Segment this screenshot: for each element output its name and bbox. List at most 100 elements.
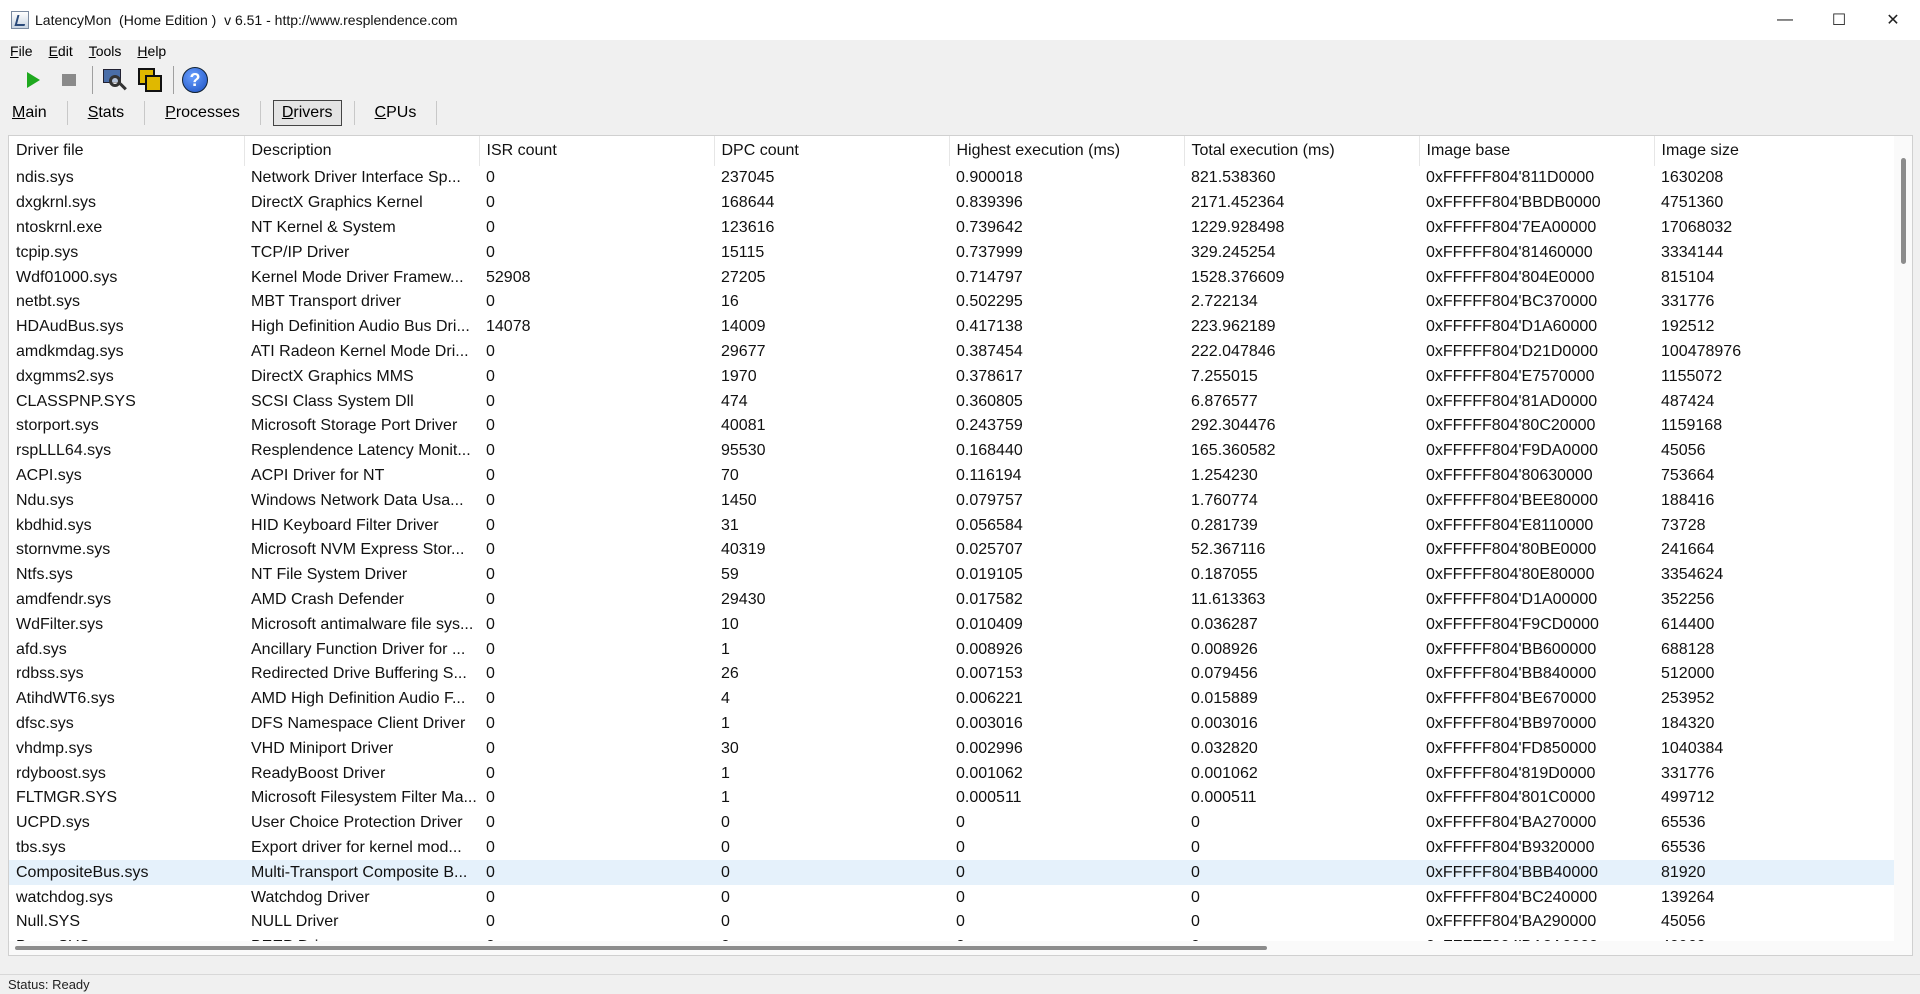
table-row[interactable]: UCPD.sys User Choice Protection Driver 0 0 0… bbox=[9, 811, 1894, 836]
table-cell: 0 bbox=[1191, 888, 1200, 906]
tab-drivers[interactable]: Drivers bbox=[272, 100, 342, 126]
table-row[interactable]: Null.SYS NULL Driver 0 0 0 0 0xFFFFF804'BA2900… bbox=[9, 910, 1894, 935]
table-cell: Resplendence Latency Monit... bbox=[251, 442, 471, 460]
table-cell: 1229.928498 bbox=[1191, 218, 1285, 236]
table-cell: netbt.sys bbox=[16, 293, 81, 311]
table-cell: 0.000511 bbox=[956, 789, 1022, 807]
vertical-scroll-thumb[interactable] bbox=[1901, 158, 1906, 264]
table-row[interactable]: HDAudBus.sys High Definition Audio Bus Dr… bbox=[9, 315, 1894, 340]
table-cell: Wdf01000.sys bbox=[16, 268, 118, 286]
column-header[interactable]: Image base bbox=[1419, 136, 1655, 166]
table-cell: 0xFFFFF804'80BE0000 bbox=[1426, 541, 1597, 559]
table-cell: FLTMGR.SYS bbox=[16, 789, 118, 807]
table-row[interactable]: dxgkrnl.sys DirectX Graphics Kernel 0 16864… bbox=[9, 191, 1894, 216]
vertical-scrollbar[interactable] bbox=[1894, 136, 1912, 955]
drivers-list[interactable]: Driver file Description ISR count DPC count… bbox=[8, 135, 1913, 956]
table-row[interactable]: afd.sys Ancillary Function Driver for ...… bbox=[9, 637, 1894, 662]
tab-main[interactable]: Main bbox=[4, 101, 55, 125]
column-header[interactable]: Driver file bbox=[9, 136, 245, 166]
column-header[interactable]: ISR count bbox=[479, 136, 715, 166]
table-row[interactable]: amdkmdag.sys ATI Radeon Kernel Mode Dri..… bbox=[9, 340, 1894, 365]
table-row[interactable]: ntoskrnl.exe NT Kernel & System 0 123616 0.7… bbox=[9, 216, 1894, 241]
table-row[interactable]: FLTMGR.SYS Microsoft Filesystem Filter Ma… bbox=[9, 786, 1894, 811]
column-header[interactable]: Total execution (ms) bbox=[1184, 136, 1420, 166]
table-cell: Kernel Mode Driver Framew... bbox=[251, 268, 464, 286]
table-cell: 0.079456 bbox=[1191, 665, 1258, 683]
table-cell: storport.sys bbox=[16, 417, 99, 435]
table-row[interactable]: netbt.sys MBT Transport driver 0 16 0.502295… bbox=[9, 290, 1894, 315]
horizontal-scrollbar[interactable] bbox=[9, 941, 1895, 955]
tab-stats[interactable]: Stats bbox=[80, 101, 132, 125]
table-row[interactable]: tcpip.sys TCP/IP Driver 0 15115 0.737999 329.… bbox=[9, 240, 1894, 265]
table-cell: 0.243759 bbox=[956, 417, 1023, 435]
table-row[interactable]: tbs.sys Export driver for kernel mod... 0 0… bbox=[9, 836, 1894, 861]
table-row[interactable]: rdyboost.sys ReadyBoost Driver 0 1 0.001062 0… bbox=[9, 761, 1894, 786]
table-cell: 81920 bbox=[1654, 860, 1894, 886]
help-button[interactable]: ? bbox=[180, 65, 210, 95]
table-cell: 52.367116 bbox=[1191, 541, 1266, 559]
close-button[interactable]: ✕ bbox=[1866, 0, 1920, 40]
horizontal-scroll-thumb[interactable] bbox=[15, 946, 1267, 950]
cpus-button[interactable] bbox=[135, 65, 165, 95]
column-header[interactable]: Description bbox=[244, 136, 480, 166]
table-cell: 0xFFFFF804'811D0000 bbox=[1426, 169, 1595, 187]
table-cell: 0.714797 bbox=[956, 268, 1023, 286]
table-cell: 59 bbox=[721, 566, 739, 584]
table-row[interactable]: Ndu.sys Windows Network Data Usa... 0 1450 0… bbox=[9, 488, 1894, 513]
table-cell: 0xFFFFF804'BB970000 bbox=[1426, 714, 1597, 732]
table-row[interactable]: kbdhid.sys HID Keyboard Filter Driver 0 31 0… bbox=[9, 513, 1894, 538]
tab-cpus[interactable]: CPUs bbox=[367, 101, 425, 125]
table-cell: 1630208 bbox=[1661, 169, 1724, 187]
column-header[interactable]: Highest execution (ms) bbox=[949, 136, 1185, 166]
table-cell: tbs.sys bbox=[16, 838, 66, 856]
menu-file[interactable]: File bbox=[8, 43, 35, 59]
table-row[interactable]: watchdog.sys Watchdog Driver 0 0 0 0 0xFFFFF80… bbox=[9, 885, 1894, 910]
table-row[interactable]: CLASSPNP.SYS SCSI Class System Dll 0 474 0.3… bbox=[9, 389, 1894, 414]
start-button[interactable] bbox=[18, 65, 48, 95]
table-cell: 0.006221 bbox=[956, 690, 1023, 708]
table-cell: 40319 bbox=[721, 541, 766, 559]
column-header[interactable]: Image size bbox=[1654, 136, 1895, 166]
table-row[interactable]: dfsc.sys DFS Namespace Client Driver 0 1 0.0… bbox=[9, 712, 1894, 737]
table-cell: kbdhid.sys bbox=[16, 516, 92, 534]
column-header[interactable]: DPC count bbox=[714, 136, 950, 166]
table-row[interactable]: rdbss.sys Redirected Drive Buffering S...… bbox=[9, 662, 1894, 687]
maximize-button[interactable]: ☐ bbox=[1812, 0, 1866, 40]
table-row[interactable]: ACPI.sys ACPI Driver for NT 0 70 0.116194 1.2… bbox=[9, 464, 1894, 489]
menu-help[interactable]: Help bbox=[135, 43, 168, 59]
table-row[interactable]: WdFilter.sys Microsoft antimalware file s… bbox=[9, 612, 1894, 637]
table-row[interactable]: dxgmms2.sys DirectX Graphics MMS 0 1970 0.37… bbox=[9, 364, 1894, 389]
table-row[interactable]: Wdf01000.sys Kernel Mode Driver Framew...… bbox=[9, 265, 1894, 290]
table-cell: 139264 bbox=[1661, 888, 1715, 906]
table-cell: User Choice Protection Driver bbox=[251, 814, 463, 832]
table-cell: 0 bbox=[486, 243, 495, 261]
minimize-button[interactable]: — bbox=[1758, 0, 1812, 40]
table-cell: 73728 bbox=[1661, 516, 1706, 534]
menu-tools[interactable]: Tools bbox=[87, 43, 124, 59]
table-row[interactable]: rspLLL64.sys Resplendence Latency Monit..… bbox=[9, 439, 1894, 464]
tab-processes[interactable]: Processes bbox=[157, 101, 248, 125]
table-cell: 3334144 bbox=[1661, 243, 1724, 261]
table-row[interactable]: amdfendr.sys AMD Crash Defender 0 29430 0.01… bbox=[9, 588, 1894, 613]
table-cell: 0.360805 bbox=[956, 392, 1023, 410]
table-cell: Export driver for kernel mod... bbox=[251, 838, 462, 856]
search-driver-button[interactable] bbox=[99, 65, 129, 95]
table-cell: 0xFFFFF804'BC370000 bbox=[1426, 293, 1598, 311]
search-driver-icon bbox=[101, 67, 127, 93]
table-cell: 0 bbox=[486, 541, 495, 559]
table-row[interactable]: AtihdWT6.sys AMD High Definition Audio F.… bbox=[9, 687, 1894, 712]
table-row[interactable]: CompositeBus.sys Multi-Transport Composit… bbox=[9, 860, 1894, 886]
table-row[interactable]: Ntfs.sys NT File System Driver 0 59 0.019105… bbox=[9, 563, 1894, 588]
stop-button[interactable] bbox=[54, 65, 84, 95]
table-row[interactable]: ndis.sys Network Driver Interface Sp... 0 2… bbox=[9, 166, 1894, 191]
tab-separator bbox=[353, 101, 355, 125]
table-cell: 0.001062 bbox=[1191, 764, 1258, 782]
table-cell: 16 bbox=[721, 293, 739, 311]
table-cell: 1155072 bbox=[1661, 367, 1723, 385]
table-row[interactable]: storport.sys Microsoft Storage Port Drive… bbox=[9, 414, 1894, 439]
table-row[interactable]: vhdmp.sys VHD Miniport Driver 0 30 0.002996 0… bbox=[9, 736, 1894, 761]
menu-edit[interactable]: Edit bbox=[47, 43, 75, 59]
table-row[interactable]: stornvme.sys Microsoft NVM Express Stor..… bbox=[9, 538, 1894, 563]
table-cell: UCPD.sys bbox=[16, 814, 90, 832]
table-cell: High Definition Audio Bus Dri... bbox=[251, 318, 470, 336]
